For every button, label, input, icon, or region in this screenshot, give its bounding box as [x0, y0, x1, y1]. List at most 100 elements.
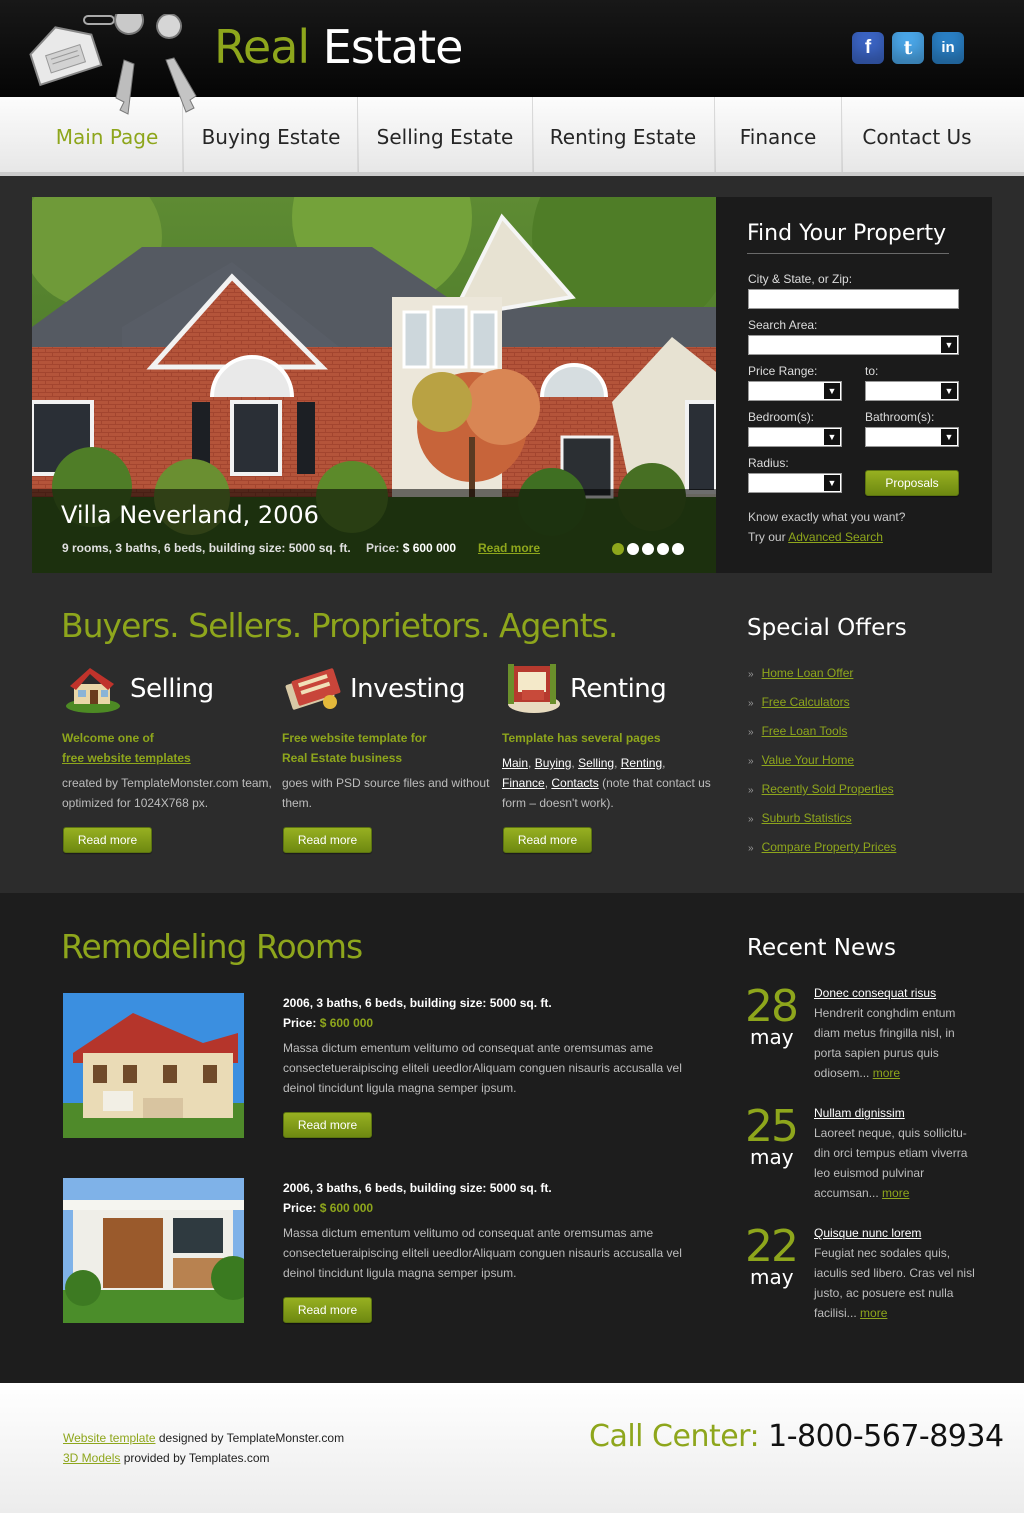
chevron-right-icon: » [748, 843, 754, 854]
chevron-right-icon: » [748, 727, 754, 738]
nav-selling-estate[interactable]: Selling Estate [362, 97, 528, 172]
feature-body: created by TemplateMonster.com team, opt… [62, 776, 272, 810]
logo-word-estate: Estate [322, 20, 464, 74]
footer: Website template designed by TemplateMon… [0, 1383, 1024, 1513]
nav-finance[interactable]: Finance [718, 97, 838, 172]
nav-contact-us[interactable]: Contact Us [846, 97, 988, 172]
nav-buying-estate[interactable]: Buying Estate [188, 97, 354, 172]
feature-title: Selling [130, 674, 214, 704]
hero-read-more-link[interactable]: Read more [478, 541, 540, 555]
chevron-right-icon: » [748, 669, 754, 680]
feature-body: goes with PSD source files and without t… [282, 776, 490, 810]
price-range-label: Price Range: [748, 364, 818, 378]
listing-heading: 2006, 3 baths, 6 beds, building size: 50… [283, 1181, 552, 1195]
news-headline-link[interactable]: Nullam dignissim [814, 1106, 905, 1120]
chevron-down-icon: ▼ [824, 383, 840, 399]
page-link-main[interactable]: Main [502, 756, 528, 770]
page-link-renting[interactable]: Renting [621, 756, 662, 770]
offer-link[interactable]: » Recently Sold Properties [748, 782, 894, 796]
nav-divider [357, 97, 359, 172]
search-title: Find Your Property [747, 221, 947, 246]
free-templates-link[interactable]: free website templates [62, 751, 191, 765]
offer-link[interactable]: » Compare Property Prices [748, 840, 896, 854]
chevron-right-icon: » [748, 756, 754, 767]
nav-renting-estate[interactable]: Renting Estate [536, 97, 710, 172]
buyers-heading: Buyers. Sellers. Proprietors. Agents. [61, 606, 618, 645]
offer-link[interactable]: » Free Calculators [748, 695, 850, 709]
search-area-select[interactable]: ▼ [748, 335, 959, 355]
nav-divider [841, 97, 843, 172]
logo-text[interactable]: Real Estate [214, 20, 464, 74]
hero-price: Price: $ 600 000 [366, 541, 457, 555]
price-from-select[interactable]: ▼ [748, 381, 842, 401]
read-more-button[interactable]: Read more [63, 827, 152, 853]
nav-divider [532, 97, 534, 172]
news-date-month: may [750, 1145, 794, 1169]
website-template-link[interactable]: Website template [63, 1431, 156, 1445]
listing-heading: 2006, 3 baths, 6 beds, building size: 50… [283, 996, 552, 1010]
news-more-link[interactable]: more [873, 1066, 900, 1080]
page-link-buying[interactable]: Buying [535, 756, 572, 770]
offer-link[interactable]: » Suburb Statistics [748, 811, 852, 825]
chevron-down-icon: ▼ [941, 337, 957, 353]
news-date-day: 25 [745, 1101, 799, 1152]
offer-link[interactable]: » Free Loan Tools [748, 724, 847, 738]
chevron-down-icon: ▼ [941, 383, 957, 399]
radius-select[interactable]: ▼ [748, 473, 842, 493]
news-date-day: 28 [745, 981, 799, 1032]
hero-title: Villa Neverland, 2006 [61, 501, 319, 529]
bedroom-select[interactable]: ▼ [748, 427, 842, 447]
listing-description: Massa dictum ementum velitumo od consequ… [283, 1041, 682, 1095]
proposals-button[interactable]: Proposals [865, 470, 959, 496]
feature-body: Main, Buying, Selling, Renting, Finance, … [502, 756, 711, 810]
page-link-selling[interactable]: Selling [578, 756, 614, 770]
news-headline-link[interactable]: Quisque nunc lorem [814, 1226, 921, 1240]
call-center-label: Call Center: [589, 1419, 760, 1454]
advanced-search-link[interactable]: Advanced Search [788, 530, 883, 544]
news-more-link[interactable]: more [860, 1306, 887, 1320]
chevron-right-icon: » [748, 698, 754, 709]
slider-dot[interactable] [672, 543, 684, 555]
offer-link[interactable]: » Home Loan Offer [748, 666, 853, 680]
3d-models-link[interactable]: 3D Models [63, 1451, 120, 1465]
hero-slider[interactable]: Villa Neverland, 2006 9 rooms, 3 baths, … [32, 197, 716, 573]
feature-heading: Free website template for Real Estate bus… [282, 731, 427, 765]
bathroom-select[interactable]: ▼ [865, 427, 959, 447]
news-summary: Laoreet neque, quis sollicitu-din orci t… [814, 1126, 968, 1200]
read-more-button[interactable]: Read more [503, 827, 592, 853]
offer-link[interactable]: » Value Your Home [748, 753, 854, 767]
news-date-month: may [750, 1025, 794, 1049]
news-date-day: 22 [745, 1221, 799, 1272]
read-more-button[interactable]: Read more [283, 827, 372, 853]
twitter-icon[interactable]: t [892, 32, 924, 64]
hero-caption: Villa Neverland, 2006 9 rooms, 3 baths, … [32, 489, 716, 573]
chevron-right-icon: » [748, 814, 754, 825]
city-input[interactable] [748, 289, 959, 309]
search-hint: Know exactly what you want? [748, 510, 906, 524]
price-to-select[interactable]: ▼ [865, 381, 959, 401]
listing-image[interactable] [63, 1178, 244, 1323]
news-summary: Feugiat nec sodales quis, iaculis sed li… [814, 1246, 975, 1320]
slider-dot-active[interactable] [612, 543, 624, 555]
chevron-down-icon: ▼ [824, 475, 840, 491]
chevron-right-icon: » [748, 785, 754, 796]
house-icon [66, 668, 120, 713]
news-headline-link[interactable]: Donec consequat risus [814, 986, 936, 1000]
news-more-link[interactable]: more [882, 1186, 909, 1200]
read-more-button[interactable]: Read more [283, 1112, 372, 1138]
nav-divider [714, 97, 716, 172]
price-to-label: to: [865, 364, 879, 378]
facebook-icon[interactable]: f [852, 32, 884, 64]
feature-title: Renting [570, 674, 667, 704]
read-more-button[interactable]: Read more [283, 1297, 372, 1323]
listing-image[interactable] [63, 993, 244, 1138]
slider-dot[interactable] [657, 543, 669, 555]
page-link-finance[interactable]: Finance [502, 776, 545, 790]
call-center-number[interactable]: 1-800-567-8934 [768, 1419, 1004, 1454]
page-link-contacts[interactable]: Contacts [551, 776, 598, 790]
chevron-down-icon: ▼ [824, 429, 840, 445]
linkedin-icon[interactable]: in [932, 32, 964, 64]
special-offers-heading: Special Offers [747, 615, 907, 641]
slider-dot[interactable] [627, 543, 639, 555]
slider-dot[interactable] [642, 543, 654, 555]
